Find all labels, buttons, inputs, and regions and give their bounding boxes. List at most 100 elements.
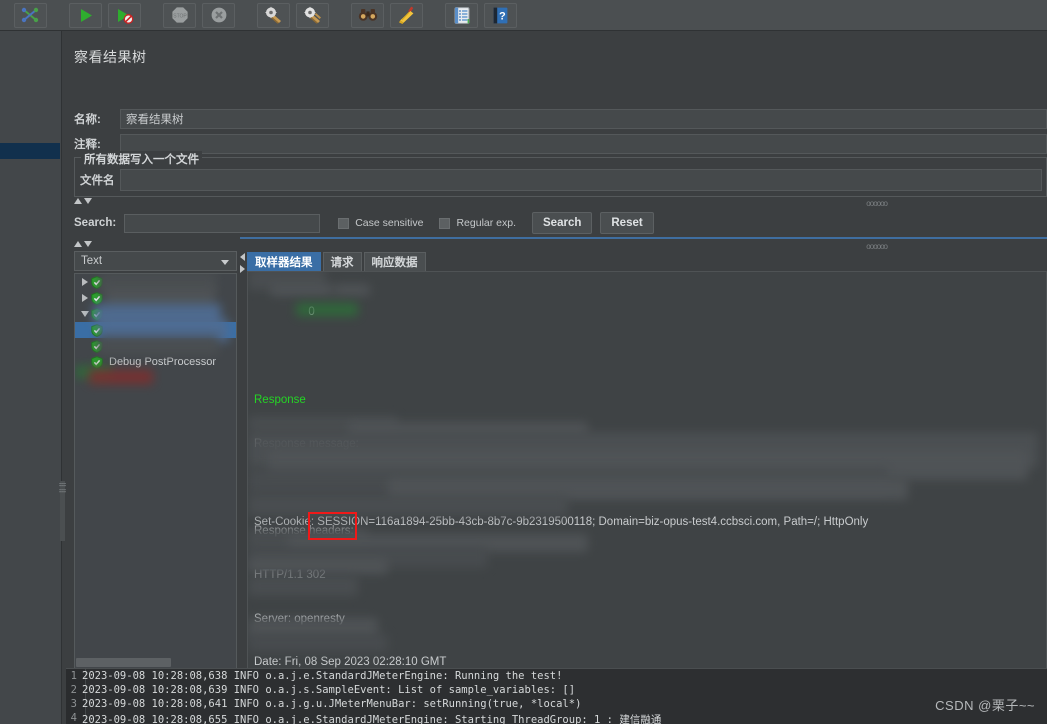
log-row: 2 2023-09-08 10:28:08,639 INFO o.a.j.s.S…	[66, 684, 661, 698]
log-panel[interactable]: 1 2023-09-08 10:28:08,638 INFO o.a.j.e.S…	[66, 668, 1047, 724]
tab-response-data[interactable]: 响应数据	[363, 252, 426, 271]
table-row[interactable]	[75, 274, 236, 290]
write-all-data-legend: 所有数据写入一个文件	[81, 151, 202, 167]
log-line-number: 4	[70, 712, 77, 724]
clear-icon	[264, 6, 284, 24]
splitter-up-arrow-1[interactable]	[74, 198, 82, 204]
sampler-result-tree[interactable]: Debug PostProcessor	[74, 273, 237, 669]
test-plan-tree-rail[interactable]: ⣿⣿	[0, 31, 66, 724]
splitter-down-arrow-1[interactable]	[84, 198, 92, 204]
log-lines: 1 2023-09-08 10:28:08,638 INFO o.a.j.e.S…	[66, 670, 662, 724]
chevron-down-icon[interactable]	[221, 260, 229, 265]
svg-text:?: ?	[499, 10, 506, 22]
log-line-number: 3	[70, 698, 77, 710]
response-line: Date: Fri, 08 Sep 2023 02:28:10 GMT	[254, 656, 447, 669]
tree-item-label: Debug PostProcessor	[109, 356, 216, 368]
filename-label: 文件名	[80, 175, 115, 187]
toolbar-reset-search-button[interactable]	[390, 2, 423, 28]
tab-sampler-result[interactable]: 取样器结果	[247, 252, 321, 271]
name-input[interactable]: 察看结果树	[120, 108, 1047, 129]
render-selector[interactable]: Text	[74, 251, 237, 271]
filename-input[interactable]	[120, 169, 1042, 191]
tree-rail-selected-node[interactable]	[0, 143, 60, 159]
rail-splitter-handle[interactable]: ⣿⣿	[59, 481, 66, 541]
log-row: 3 2023-09-08 10:28:08,641 INFO o.a.j.g.u…	[66, 698, 661, 712]
result-tabstrip: 取样器结果 请求 响应数据	[247, 251, 428, 271]
shield-success-icon	[91, 339, 105, 353]
table-row[interactable]	[75, 306, 236, 322]
log-row: 4 2023-09-08 10:28:08,655 INFO o.a.j.e.S…	[66, 712, 662, 724]
shield-success-icon	[91, 275, 105, 289]
play-no-pauses-icon	[115, 7, 134, 24]
splitter-search-results[interactable]: oooooo	[72, 240, 1047, 251]
shield-success-icon	[91, 307, 105, 321]
toolbar-clear-button[interactable]	[257, 2, 290, 28]
toolbar-search-button[interactable]	[351, 2, 384, 28]
comment-input[interactable]	[120, 133, 1047, 154]
splitter-up-arrow-2[interactable]	[74, 241, 82, 247]
results-splitter[interactable]	[240, 251, 246, 693]
sampler-result-textarea[interactable]: 0 Response Response message: Response he…	[247, 271, 1047, 669]
response-line: 0	[254, 306, 315, 319]
splitter-down-arrow-2[interactable]	[84, 241, 92, 247]
results-tree-column: Text Debug PostProcessor	[74, 251, 237, 693]
help-book-icon: ?	[493, 7, 508, 24]
response-line: Response message:	[254, 437, 359, 450]
tabstrip-underline	[240, 237, 1047, 239]
log-viewer-icon	[454, 6, 470, 24]
splitter-grip-1: oooooo	[866, 199, 888, 208]
play-icon	[77, 7, 94, 24]
filename-row: 文件名	[80, 168, 1042, 192]
search-button[interactable]: Search	[532, 212, 593, 234]
splitter-file-search[interactable]: oooooo	[72, 197, 1047, 208]
shield-success-icon	[91, 291, 105, 305]
expander-right-icon[interactable]	[79, 278, 91, 286]
search-input[interactable]	[124, 213, 321, 233]
table-row[interactable]	[75, 338, 236, 354]
regular-exp-checkbox[interactable]: Regular exp.	[439, 217, 516, 229]
splitter-right-arrow-icon	[240, 265, 245, 273]
case-sensitive-checkbox[interactable]: Case sensitive	[338, 217, 423, 229]
regular-exp-checkbox-box[interactable]	[439, 217, 451, 229]
toolbar-log-viewer-button[interactable]	[445, 2, 478, 28]
log-line-text: 2023-09-08 10:28:08,638 INFO o.a.j.e.Sta…	[82, 670, 563, 682]
expander-right-icon[interactable]	[79, 294, 91, 302]
stop-icon: STOP	[171, 6, 189, 24]
shutdown-icon	[210, 6, 228, 24]
response-line	[254, 480, 446, 495]
write-all-data-to-file-group: 所有数据写入一个文件 文件名	[74, 151, 1047, 197]
search-label: Search:	[74, 217, 117, 229]
case-sensitive-checkbox-box[interactable]	[338, 217, 350, 229]
table-row[interactable]	[75, 290, 236, 306]
toolbar: STOP ?	[0, 0, 1047, 31]
toolbar-help-button[interactable]: ?	[484, 2, 517, 28]
table-row-selected[interactable]	[75, 322, 236, 338]
regular-exp-label: Regular exp.	[456, 217, 517, 229]
toolbar-start-no-pauses-button[interactable]	[108, 2, 141, 28]
table-row[interactable]: Debug PostProcessor	[75, 354, 236, 370]
reset-button[interactable]: Reset	[600, 212, 654, 234]
splitter-grip-icon: ⣿⣿	[59, 481, 66, 494]
binoculars-icon	[358, 8, 378, 22]
log-row: 1 2023-09-08 10:28:08,638 INFO o.a.j.e.S…	[66, 670, 661, 684]
page-title: 察看结果树	[74, 49, 147, 65]
toolbar-shutdown-button[interactable]	[202, 2, 235, 28]
watermark: CSDN @栗子~~	[935, 698, 1035, 713]
toolbar-templates-button[interactable]	[14, 2, 47, 28]
toolbar-clear-all-button[interactable]	[296, 2, 329, 28]
splitter-left-arrow-icon	[240, 253, 245, 261]
expander-down-icon[interactable]	[79, 311, 91, 317]
case-sensitive-label: Case sensitive	[355, 217, 424, 229]
shield-success-icon	[91, 355, 105, 369]
name-label: 名称:	[74, 113, 101, 126]
log-line-number: 1	[70, 670, 77, 682]
tree-horizontal-scrollbar[interactable]	[76, 658, 171, 667]
clear-all-icon	[303, 6, 323, 24]
jmeter-window: STOP ? ⣿⣿ 察看结果树 名称: 察看结果树 注释: 所有数据写入一个文件…	[0, 0, 1047, 724]
result-detail-column: 取样器结果 请求 响应数据 0 Response Response messag…	[247, 251, 1047, 693]
svg-text:STOP: STOP	[173, 14, 187, 20]
toolbar-stop-button[interactable]: STOP	[163, 2, 196, 28]
tab-request[interactable]: 请求	[322, 252, 362, 271]
toolbar-start-button[interactable]	[69, 2, 102, 28]
response-line: Server: openresty	[254, 612, 345, 625]
